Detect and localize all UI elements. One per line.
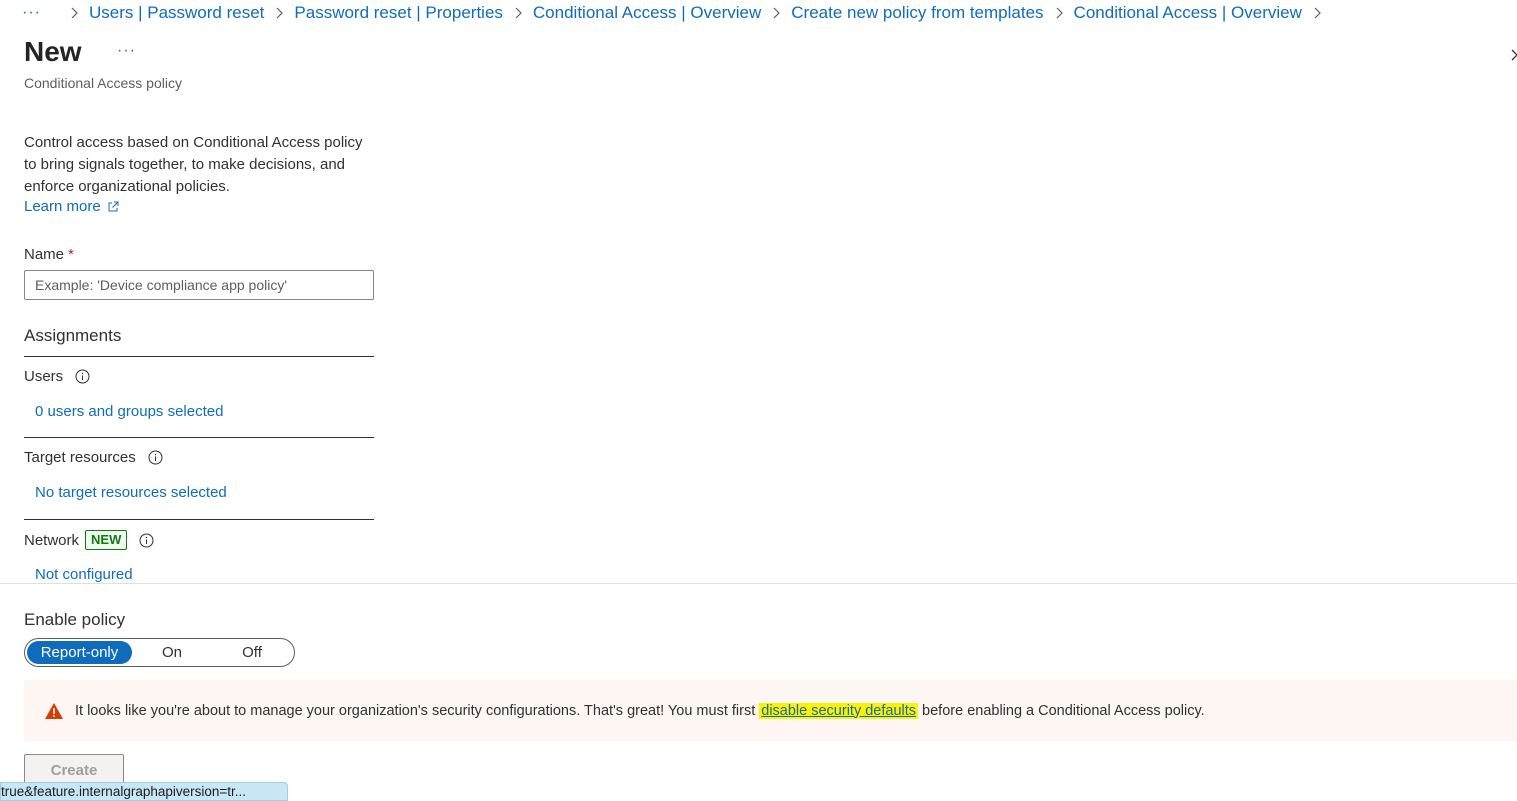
- chevron-right-icon: [69, 7, 79, 19]
- warning-banner: It looks like you're about to manage you…: [24, 680, 1517, 741]
- chevron-right-icon: [274, 7, 284, 19]
- toggle-on[interactable]: On: [132, 641, 212, 664]
- page-subtitle: Conditional Access policy: [24, 75, 182, 91]
- disable-security-defaults-link[interactable]: disable security defaults: [759, 702, 919, 719]
- external-link-icon: [108, 201, 119, 211]
- toggle-off[interactable]: Off: [212, 641, 292, 664]
- info-icon[interactable]: [139, 533, 154, 548]
- close-icon[interactable]: [1511, 44, 1517, 66]
- warning-triangle-icon: [44, 702, 64, 720]
- network-config-link[interactable]: Not configured: [35, 566, 133, 583]
- users-section-label: Users: [24, 368, 90, 385]
- required-marker: *: [68, 246, 74, 263]
- breadcrumb-item-conditional-access-overview-2[interactable]: Conditional Access | Overview: [1074, 3, 1302, 23]
- target-resources-link[interactable]: No target resources selected: [35, 484, 227, 501]
- info-icon[interactable]: [75, 369, 90, 384]
- learn-more-link[interactable]: Learn more: [24, 198, 119, 215]
- policy-name-input[interactable]: [24, 270, 374, 300]
- intro-description: Control access based on Conditional Acce…: [24, 134, 363, 195]
- chevron-right-icon: [771, 7, 781, 19]
- breadcrumb-overflow-button[interactable]: ···: [22, 4, 41, 22]
- users-divider: [24, 437, 374, 438]
- more-options-button[interactable]: ···: [117, 42, 136, 60]
- users-label: Users: [24, 368, 64, 385]
- users-selection-link[interactable]: 0 users and groups selected: [35, 403, 223, 420]
- footer-divider: [0, 583, 1517, 584]
- toggle-report-only[interactable]: Report-only: [27, 641, 132, 664]
- breadcrumb-item-create-policy-from-templates[interactable]: Create new policy from templates: [791, 3, 1043, 23]
- network-label: Network: [24, 531, 80, 549]
- breadcrumb-item-password-reset-properties[interactable]: Password reset | Properties: [294, 3, 503, 23]
- network-section-label: Network NEW: [24, 530, 154, 550]
- warning-text-before: It looks like you're about to manage you…: [75, 702, 756, 719]
- name-label-text: Name: [24, 246, 65, 263]
- page-title: New: [24, 36, 82, 67]
- learn-more-label: Learn more: [24, 198, 101, 215]
- assignments-divider: [24, 356, 374, 357]
- assignments-heading: Assignments: [24, 326, 122, 345]
- chevron-right-icon: [1312, 7, 1322, 19]
- breadcrumb-item-users-password-reset[interactable]: Users | Password reset: [89, 3, 264, 23]
- breadcrumb-item-conditional-access-overview[interactable]: Conditional Access | Overview: [533, 3, 761, 23]
- target-resources-label: Target resources: [24, 449, 136, 466]
- breadcrumb: ··· Users | Password reset Password rese…: [22, 2, 1332, 24]
- warning-text-after: before enabling a Conditional Access pol…: [922, 702, 1205, 719]
- enable-policy-label: Enable policy: [24, 610, 126, 629]
- info-icon[interactable]: [148, 450, 163, 465]
- name-label: Name *: [24, 246, 74, 263]
- target-resources-section-label: Target resources: [24, 449, 163, 466]
- new-badge: NEW: [85, 530, 128, 550]
- chevron-right-icon: [513, 7, 523, 19]
- target-divider: [24, 519, 374, 520]
- enable-policy-toggle: Report-only On Off: [24, 638, 295, 667]
- status-bar-url: true&feature.internalgraphapiversion=tr.…: [0, 782, 288, 801]
- chevron-right-icon: [1054, 7, 1064, 19]
